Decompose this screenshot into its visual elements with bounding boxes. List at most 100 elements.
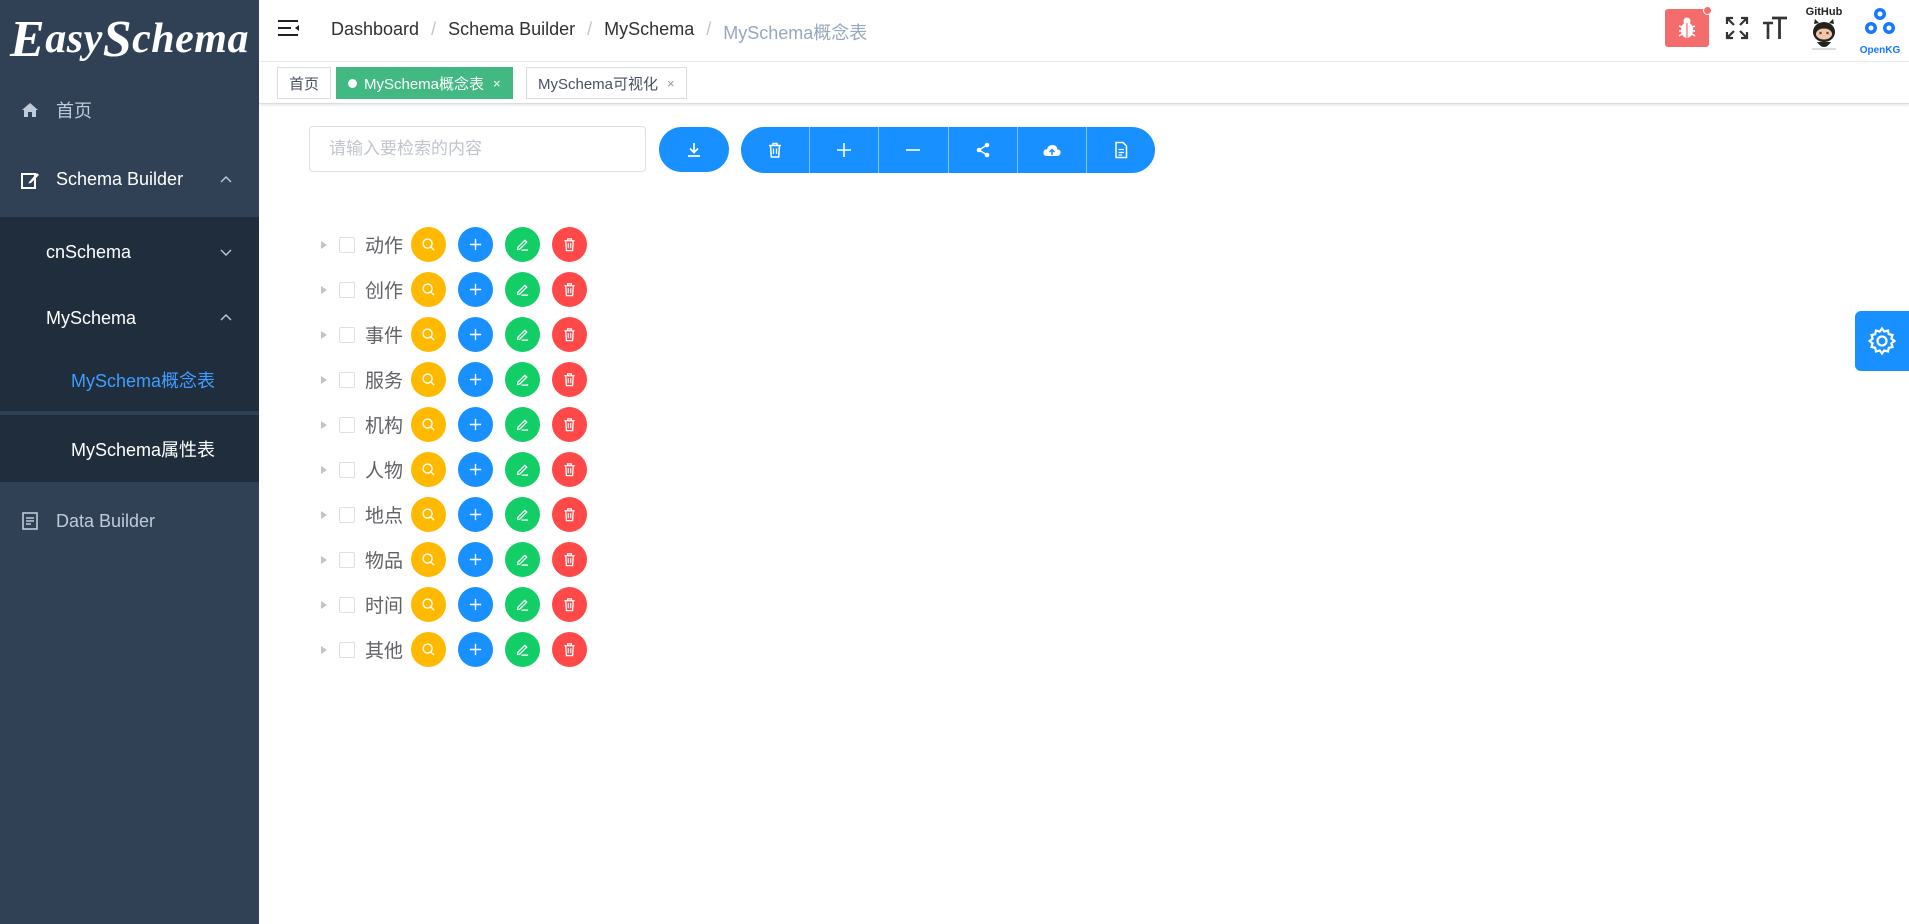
view-node-button[interactable]: [411, 542, 446, 577]
tree-node[interactable]: 机构: [318, 402, 599, 447]
sidebar-item-cnschema[interactable]: cnSchema: [0, 217, 259, 287]
delete-node-button[interactable]: [552, 587, 587, 622]
download-button[interactable]: [659, 127, 729, 172]
delete-node-button[interactable]: [552, 362, 587, 397]
export-document-button[interactable]: [1087, 127, 1155, 173]
edit-node-button[interactable]: [505, 362, 540, 397]
add-child-button[interactable]: [458, 497, 493, 532]
tree-node[interactable]: 动作: [318, 222, 599, 267]
expand-caret-icon[interactable]: [321, 645, 327, 654]
breadcrumb-item[interactable]: Dashboard: [331, 19, 419, 45]
edit-node-button[interactable]: [505, 272, 540, 307]
add-child-button[interactable]: [458, 587, 493, 622]
node-checkbox[interactable]: [339, 596, 355, 613]
node-checkbox[interactable]: [339, 236, 355, 253]
tree-node[interactable]: 人物: [318, 447, 599, 492]
add-child-button[interactable]: [458, 227, 493, 262]
fullscreen-icon[interactable]: [1725, 16, 1749, 40]
expand-caret-icon[interactable]: [321, 285, 327, 294]
add-button[interactable]: [810, 127, 880, 173]
sidebar-item-data-builder[interactable]: Data Builder: [0, 482, 259, 560]
tree-node[interactable]: 服务: [318, 357, 599, 402]
view-node-button[interactable]: [411, 227, 446, 262]
tag-myschema-concepts[interactable]: MySchema概念表 ×: [336, 67, 513, 99]
font-size-icon[interactable]: [1761, 15, 1789, 41]
tag-myschema-visualization[interactable]: MySchema可视化 ×: [526, 67, 687, 99]
add-child-button[interactable]: [458, 542, 493, 577]
view-node-button[interactable]: [411, 497, 446, 532]
tree-node[interactable]: 事件: [318, 312, 599, 357]
delete-node-button[interactable]: [552, 452, 587, 487]
expand-caret-icon[interactable]: [321, 555, 327, 564]
github-link[interactable]: GitHub: [1801, 6, 1847, 54]
edit-node-button[interactable]: [505, 587, 540, 622]
delete-node-button[interactable]: [552, 227, 587, 262]
node-checkbox[interactable]: [339, 551, 355, 568]
view-node-button[interactable]: [411, 587, 446, 622]
edit-node-button[interactable]: [505, 227, 540, 262]
delete-node-button[interactable]: [552, 542, 587, 577]
edit-node-button[interactable]: [505, 407, 540, 442]
delete-node-button[interactable]: [552, 272, 587, 307]
tree-node[interactable]: 时间: [318, 582, 599, 627]
sidebar-item-myschema[interactable]: MySchema: [0, 287, 259, 349]
close-icon[interactable]: ×: [493, 76, 501, 91]
node-checkbox[interactable]: [339, 641, 355, 658]
collapse-button[interactable]: [879, 127, 949, 173]
add-child-button[interactable]: [458, 407, 493, 442]
view-node-button[interactable]: [411, 452, 446, 487]
add-child-button[interactable]: [458, 632, 493, 667]
error-log-button[interactable]: [1665, 6, 1712, 47]
delete-node-button[interactable]: [552, 407, 587, 442]
node-checkbox[interactable]: [339, 371, 355, 388]
node-checkbox[interactable]: [339, 326, 355, 343]
view-node-button[interactable]: [411, 632, 446, 667]
app-logo[interactable]: Easy Schema: [0, 0, 259, 78]
openkg-link[interactable]: OpenKG: [1855, 6, 1905, 56]
tree-node[interactable]: 地点: [318, 492, 599, 537]
edit-node-button[interactable]: [505, 317, 540, 352]
expand-caret-icon[interactable]: [321, 240, 327, 249]
edit-node-button[interactable]: [505, 632, 540, 667]
breadcrumb-item[interactable]: Schema Builder: [448, 19, 575, 45]
view-node-button[interactable]: [411, 317, 446, 352]
edit-node-button[interactable]: [505, 452, 540, 487]
view-node-button[interactable]: [411, 362, 446, 397]
edit-node-button[interactable]: [505, 497, 540, 532]
share-button[interactable]: [949, 127, 1018, 173]
tree-node[interactable]: 物品: [318, 537, 599, 582]
delete-node-button[interactable]: [552, 632, 587, 667]
expand-caret-icon[interactable]: [321, 465, 327, 474]
close-icon[interactable]: ×: [667, 76, 675, 91]
expand-caret-icon[interactable]: [321, 420, 327, 429]
add-child-button[interactable]: [458, 362, 493, 397]
sidebar-item-home[interactable]: 首页: [0, 78, 259, 142]
sidebar-item-schema-builder[interactable]: Schema Builder: [0, 142, 259, 217]
sidebar-item-myschema-properties[interactable]: MySchema属性表: [0, 415, 259, 482]
edit-node-button[interactable]: [505, 542, 540, 577]
expand-caret-icon[interactable]: [321, 375, 327, 384]
node-checkbox[interactable]: [339, 506, 355, 523]
breadcrumb-item[interactable]: MySchema: [604, 19, 694, 45]
settings-button[interactable]: [1855, 311, 1909, 371]
delete-node-button[interactable]: [552, 497, 587, 532]
view-node-button[interactable]: [411, 407, 446, 442]
add-child-button[interactable]: [458, 317, 493, 352]
view-node-button[interactable]: [411, 272, 446, 307]
expand-caret-icon[interactable]: [321, 600, 327, 609]
hamburger-icon[interactable]: [277, 18, 301, 40]
expand-caret-icon[interactable]: [321, 510, 327, 519]
add-child-button[interactable]: [458, 272, 493, 307]
expand-caret-icon[interactable]: [321, 330, 327, 339]
node-checkbox[interactable]: [339, 461, 355, 478]
node-checkbox[interactable]: [339, 416, 355, 433]
sidebar-item-myschema-concepts[interactable]: MySchema概念表: [0, 349, 259, 415]
node-checkbox[interactable]: [339, 281, 355, 298]
add-child-button[interactable]: [458, 452, 493, 487]
delete-node-button[interactable]: [552, 317, 587, 352]
search-input[interactable]: [309, 126, 646, 172]
tree-node[interactable]: 其他: [318, 627, 599, 672]
tag-home[interactable]: 首页: [277, 67, 332, 99]
delete-button[interactable]: [741, 127, 811, 173]
tree-node[interactable]: 创作: [318, 267, 599, 312]
